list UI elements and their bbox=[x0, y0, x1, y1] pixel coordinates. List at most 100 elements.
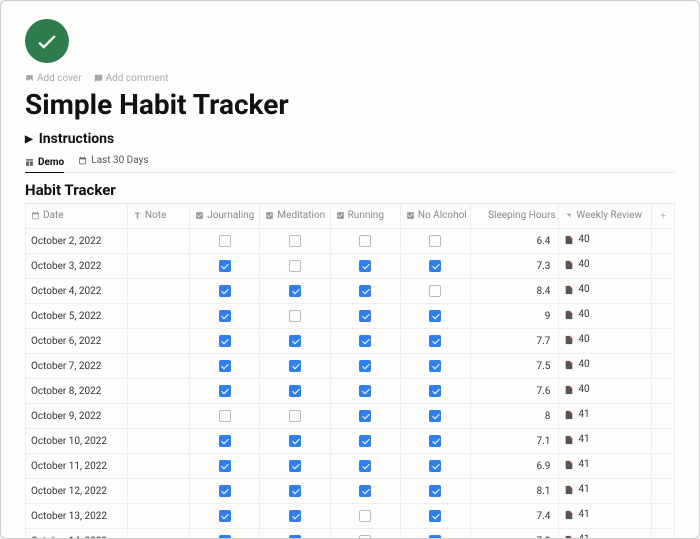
checkbox[interactable] bbox=[289, 235, 301, 247]
tab-last30[interactable]: Last 30 Days bbox=[78, 155, 148, 168]
table-row[interactable]: October 3, 20227.340 bbox=[26, 254, 675, 279]
table-row[interactable]: October 12, 20228.141 bbox=[26, 479, 675, 504]
checkbox[interactable] bbox=[289, 485, 301, 497]
cell-sleeping-hours[interactable]: 7.4 bbox=[471, 504, 559, 529]
cell-journaling[interactable] bbox=[190, 354, 260, 379]
cell-running[interactable] bbox=[330, 254, 400, 279]
cell-journaling[interactable] bbox=[190, 479, 260, 504]
checkbox[interactable] bbox=[289, 360, 301, 372]
checkbox[interactable] bbox=[359, 510, 371, 522]
cell-note[interactable] bbox=[127, 304, 189, 329]
col-no-alcohol[interactable]: No Alcohol bbox=[400, 204, 470, 229]
checkbox[interactable] bbox=[429, 285, 441, 297]
cell-running[interactable] bbox=[330, 279, 400, 304]
cell-note[interactable] bbox=[127, 529, 189, 539]
checkbox[interactable] bbox=[429, 235, 441, 247]
table-row[interactable]: October 4, 20228.440 bbox=[26, 279, 675, 304]
cell-date[interactable]: October 8, 2022 bbox=[26, 379, 128, 404]
cell-meditation[interactable] bbox=[260, 229, 330, 254]
table-row[interactable]: October 6, 20227.740 bbox=[26, 329, 675, 354]
cell-journaling[interactable] bbox=[190, 279, 260, 304]
checkbox[interactable] bbox=[289, 260, 301, 272]
cell-sleeping-hours[interactable]: 7.5 bbox=[471, 354, 559, 379]
cell-running[interactable] bbox=[330, 504, 400, 529]
checkbox[interactable] bbox=[219, 360, 231, 372]
checkbox[interactable] bbox=[219, 335, 231, 347]
cell-note[interactable] bbox=[127, 379, 189, 404]
checkbox[interactable] bbox=[289, 410, 301, 422]
cell-running[interactable] bbox=[330, 329, 400, 354]
cell-running[interactable] bbox=[330, 454, 400, 479]
checkbox[interactable] bbox=[359, 360, 371, 372]
checkbox[interactable] bbox=[359, 310, 371, 322]
table-row[interactable]: October 11, 20226.941 bbox=[26, 454, 675, 479]
cell-sleeping-hours[interactable]: 8.1 bbox=[471, 479, 559, 504]
checkbox[interactable] bbox=[219, 260, 231, 272]
cell-note[interactable] bbox=[127, 404, 189, 429]
col-sleeping-hours[interactable]: Sleeping Hours bbox=[471, 204, 559, 229]
checkbox[interactable] bbox=[289, 385, 301, 397]
checkbox[interactable] bbox=[219, 385, 231, 397]
checkbox[interactable] bbox=[219, 285, 231, 297]
cell-date[interactable]: October 11, 2022 bbox=[26, 454, 128, 479]
checkbox[interactable] bbox=[289, 510, 301, 522]
cell-note[interactable] bbox=[127, 504, 189, 529]
cell-running[interactable] bbox=[330, 429, 400, 454]
cell-weekly-review[interactable]: 41 bbox=[559, 454, 652, 479]
cell-no-alcohol[interactable] bbox=[400, 329, 470, 354]
checkbox[interactable] bbox=[359, 385, 371, 397]
cell-note[interactable] bbox=[127, 329, 189, 354]
cell-journaling[interactable] bbox=[190, 454, 260, 479]
cell-sleeping-hours[interactable]: 7.6 bbox=[471, 379, 559, 404]
checkbox[interactable] bbox=[429, 385, 441, 397]
checkbox[interactable] bbox=[359, 260, 371, 272]
checkbox[interactable] bbox=[219, 310, 231, 322]
cell-meditation[interactable] bbox=[260, 254, 330, 279]
cell-note[interactable] bbox=[127, 429, 189, 454]
cell-journaling[interactable] bbox=[190, 504, 260, 529]
checkbox[interactable] bbox=[429, 335, 441, 347]
checkbox[interactable] bbox=[429, 535, 441, 539]
cell-meditation[interactable] bbox=[260, 429, 330, 454]
cell-meditation[interactable] bbox=[260, 504, 330, 529]
cell-running[interactable] bbox=[330, 479, 400, 504]
table-row[interactable]: October 8, 2022 7.640 bbox=[26, 379, 675, 404]
cell-meditation[interactable] bbox=[260, 404, 330, 429]
col-journaling[interactable]: Journaling bbox=[190, 204, 260, 229]
cell-journaling[interactable] bbox=[190, 229, 260, 254]
cell-date[interactable]: October 2, 2022 bbox=[26, 229, 128, 254]
cell-no-alcohol[interactable] bbox=[400, 279, 470, 304]
checkbox[interactable] bbox=[359, 535, 371, 539]
col-meditation[interactable]: Meditation bbox=[260, 204, 330, 229]
checkbox[interactable] bbox=[219, 435, 231, 447]
checkbox[interactable] bbox=[429, 310, 441, 322]
cell-note[interactable] bbox=[127, 229, 189, 254]
table-row[interactable]: October 9, 2022841 bbox=[26, 404, 675, 429]
cell-weekly-review[interactable]: 41 bbox=[559, 429, 652, 454]
cell-weekly-review[interactable]: 40 bbox=[559, 379, 652, 404]
cell-no-alcohol[interactable] bbox=[400, 229, 470, 254]
checkbox[interactable] bbox=[219, 485, 231, 497]
checkbox[interactable] bbox=[289, 310, 301, 322]
cell-no-alcohol[interactable] bbox=[400, 429, 470, 454]
checkbox[interactable] bbox=[289, 435, 301, 447]
cell-no-alcohol[interactable] bbox=[400, 354, 470, 379]
cell-meditation[interactable] bbox=[260, 354, 330, 379]
checkbox[interactable] bbox=[219, 535, 231, 539]
cell-date[interactable]: October 5, 2022 bbox=[26, 304, 128, 329]
cell-note[interactable] bbox=[127, 279, 189, 304]
checkbox[interactable] bbox=[359, 235, 371, 247]
cell-no-alcohol[interactable] bbox=[400, 254, 470, 279]
cell-meditation[interactable] bbox=[260, 479, 330, 504]
cell-meditation[interactable] bbox=[260, 379, 330, 404]
checkbox[interactable] bbox=[359, 435, 371, 447]
add-comment-button[interactable]: Add comment bbox=[94, 73, 169, 84]
cell-meditation[interactable] bbox=[260, 304, 330, 329]
tab-demo[interactable]: Demo bbox=[25, 155, 64, 173]
cell-date[interactable]: October 7, 2022 bbox=[26, 354, 128, 379]
checkbox[interactable] bbox=[429, 410, 441, 422]
cell-journaling[interactable] bbox=[190, 254, 260, 279]
cell-journaling[interactable] bbox=[190, 379, 260, 404]
table-row[interactable]: October 7, 20227.540 bbox=[26, 354, 675, 379]
checkbox[interactable] bbox=[219, 410, 231, 422]
